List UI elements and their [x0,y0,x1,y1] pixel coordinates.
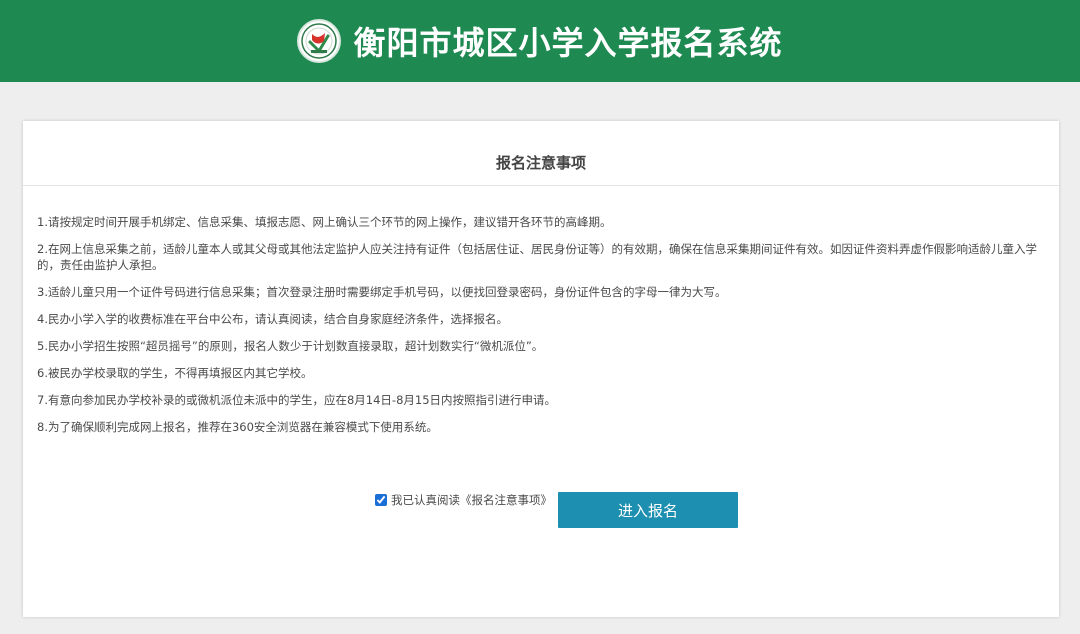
agreement-checkbox[interactable] [375,494,387,506]
agreement-row: 我已认真阅读《报名注意事项》 [375,492,552,508]
notice-item: 4.民办小学入学的收费标准在平台中公布，请认真阅读，结合自身家庭经济条件，选择报… [37,312,508,326]
agreement-label[interactable]: 我已认真阅读《报名注意事项》 [391,492,552,508]
site-title: 衡阳市城区小学入学报名系统 [353,24,783,62]
notice-item: 2.在网上信息采集之前，适龄儿童本人或其父母或其他法定监护人应关注持有证件（包括… [37,242,1037,272]
notice-title: 报名注意事项 [23,121,1059,186]
notice-item: 8.为了确保顺利完成网上报名，推荐在360安全浏览器在兼容模式下使用系统。 [37,420,438,434]
school-emblem-icon [297,19,342,63]
notice-item: 5.民办小学招生按照“超员摇号”的原则，报名人数少于计划数直接录取，超计划数实行… [37,339,544,353]
site-header: 衡阳市城区小学入学报名系统 [0,0,1080,82]
enter-registration-button[interactable]: 进入报名 [558,492,738,528]
notice-panel: 报名注意事项 1.请按规定时间开展手机绑定、信息采集、填报志愿、网上确认三个环节… [23,121,1059,617]
notice-list: 1.请按规定时间开展手机绑定、信息采集、填报志愿、网上确认三个环节的网上操作，建… [37,214,1051,435]
notice-item: 3.适龄儿童只用一个证件号码进行信息采集；首次登录注册时需要绑定手机号码，以便找… [37,285,727,299]
notice-item: 1.请按规定时间开展手机绑定、信息采集、填报志愿、网上确认三个环节的网上操作，建… [37,215,612,229]
notice-item: 7.有意向参加民办学校补录的或微机派位未派中的学生，应在8月14日-8月15日内… [37,393,557,407]
notice-item: 6.被民办学校录取的学生，不得再填报区内其它学校。 [37,366,313,380]
